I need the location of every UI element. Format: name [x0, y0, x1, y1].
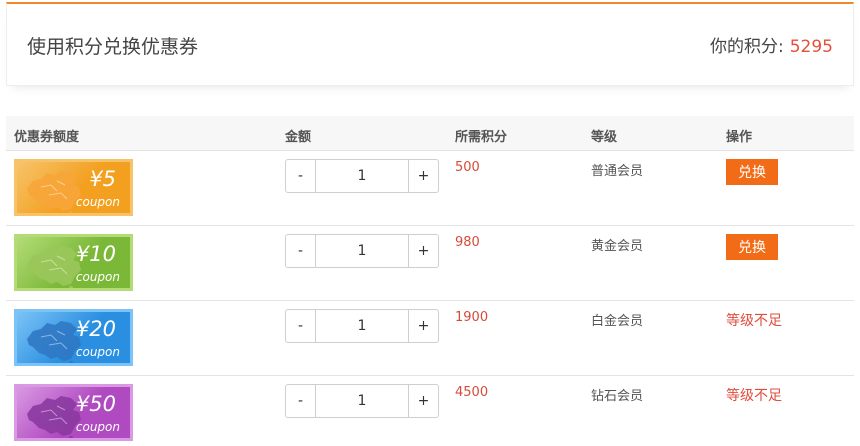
quantity-input[interactable]: [316, 235, 408, 267]
table-row: ¥50 coupon - + 4500 钻石会员 等级不足: [6, 376, 854, 446]
quantity-stepper: - +: [285, 159, 439, 193]
points-label: 你的积分:: [710, 37, 784, 57]
table-body: ¥5 coupon - + 500 普通会员 兑换 ¥10 coupon - +…: [6, 151, 854, 446]
quantity-stepper: - +: [285, 309, 439, 343]
coupon-card: ¥10 coupon: [14, 234, 133, 291]
insufficient-level-text: 等级不足: [726, 313, 782, 329]
quantity-stepper: - +: [285, 234, 439, 268]
column-header-action: 操作: [726, 130, 753, 145]
table-row: ¥10 coupon - + 980 黄金会员 兑换: [6, 226, 854, 301]
required-points: 500: [455, 160, 480, 175]
page-title: 使用积分兑换优惠券: [27, 36, 199, 58]
quantity-input[interactable]: [316, 310, 408, 342]
insufficient-level-text: 等级不足: [726, 388, 782, 404]
member-level: 钻石会员: [591, 389, 644, 404]
quantity-stepper: - +: [285, 384, 439, 418]
column-header-amount: 金额: [285, 130, 312, 145]
coupon-amount: ¥5: [89, 167, 116, 191]
redeem-button[interactable]: 兑换: [726, 159, 778, 185]
quantity-input[interactable]: [316, 160, 408, 192]
points-value: 5295: [789, 37, 833, 57]
required-points: 4500: [455, 385, 489, 400]
member-level: 普通会员: [591, 164, 644, 179]
coupon-word: coupon: [75, 420, 120, 434]
member-level: 黄金会员: [591, 239, 644, 254]
table-header: 优惠券额度 金额 所需积分 等级 操作: [6, 116, 854, 151]
coupon-word: coupon: [75, 270, 120, 284]
coupon-word: coupon: [75, 345, 120, 359]
redeem-button[interactable]: 兑换: [726, 234, 778, 260]
decrement-button[interactable]: -: [286, 235, 316, 267]
increment-button[interactable]: +: [408, 385, 438, 417]
table-row: ¥20 coupon - + 1900 白金会员 等级不足: [6, 301, 854, 376]
required-points: 980: [455, 235, 480, 250]
header-card: 使用积分兑换优惠券 你的积分: 5295: [6, 2, 854, 86]
column-header-coupon: 优惠券额度: [14, 130, 80, 145]
coupon-amount: ¥10: [75, 242, 116, 266]
decrement-button[interactable]: -: [286, 385, 316, 417]
coupon-amount: ¥50: [75, 392, 116, 416]
member-level: 白金会员: [591, 314, 644, 329]
quantity-input[interactable]: [316, 385, 408, 417]
coupon-card: ¥5 coupon: [14, 159, 133, 216]
required-points: 1900: [455, 310, 489, 325]
increment-button[interactable]: +: [408, 235, 438, 267]
points-display: 你的积分: 5295: [710, 32, 833, 57]
decrement-button[interactable]: -: [286, 310, 316, 342]
increment-button[interactable]: +: [408, 310, 438, 342]
coupon-word: coupon: [75, 195, 120, 209]
table-row: ¥5 coupon - + 500 普通会员 兑换: [6, 151, 854, 226]
coupon-amount: ¥20: [75, 317, 116, 341]
coupon-card: ¥20 coupon: [14, 309, 133, 366]
increment-button[interactable]: +: [408, 160, 438, 192]
decrement-button[interactable]: -: [286, 160, 316, 192]
coupon-card: ¥50 coupon: [14, 384, 133, 441]
column-header-level: 等级: [591, 130, 618, 145]
coupon-table: 优惠券额度 金额 所需积分 等级 操作 ¥5 coupon - + 500 普通…: [6, 116, 854, 446]
column-header-points: 所需积分: [455, 130, 508, 145]
